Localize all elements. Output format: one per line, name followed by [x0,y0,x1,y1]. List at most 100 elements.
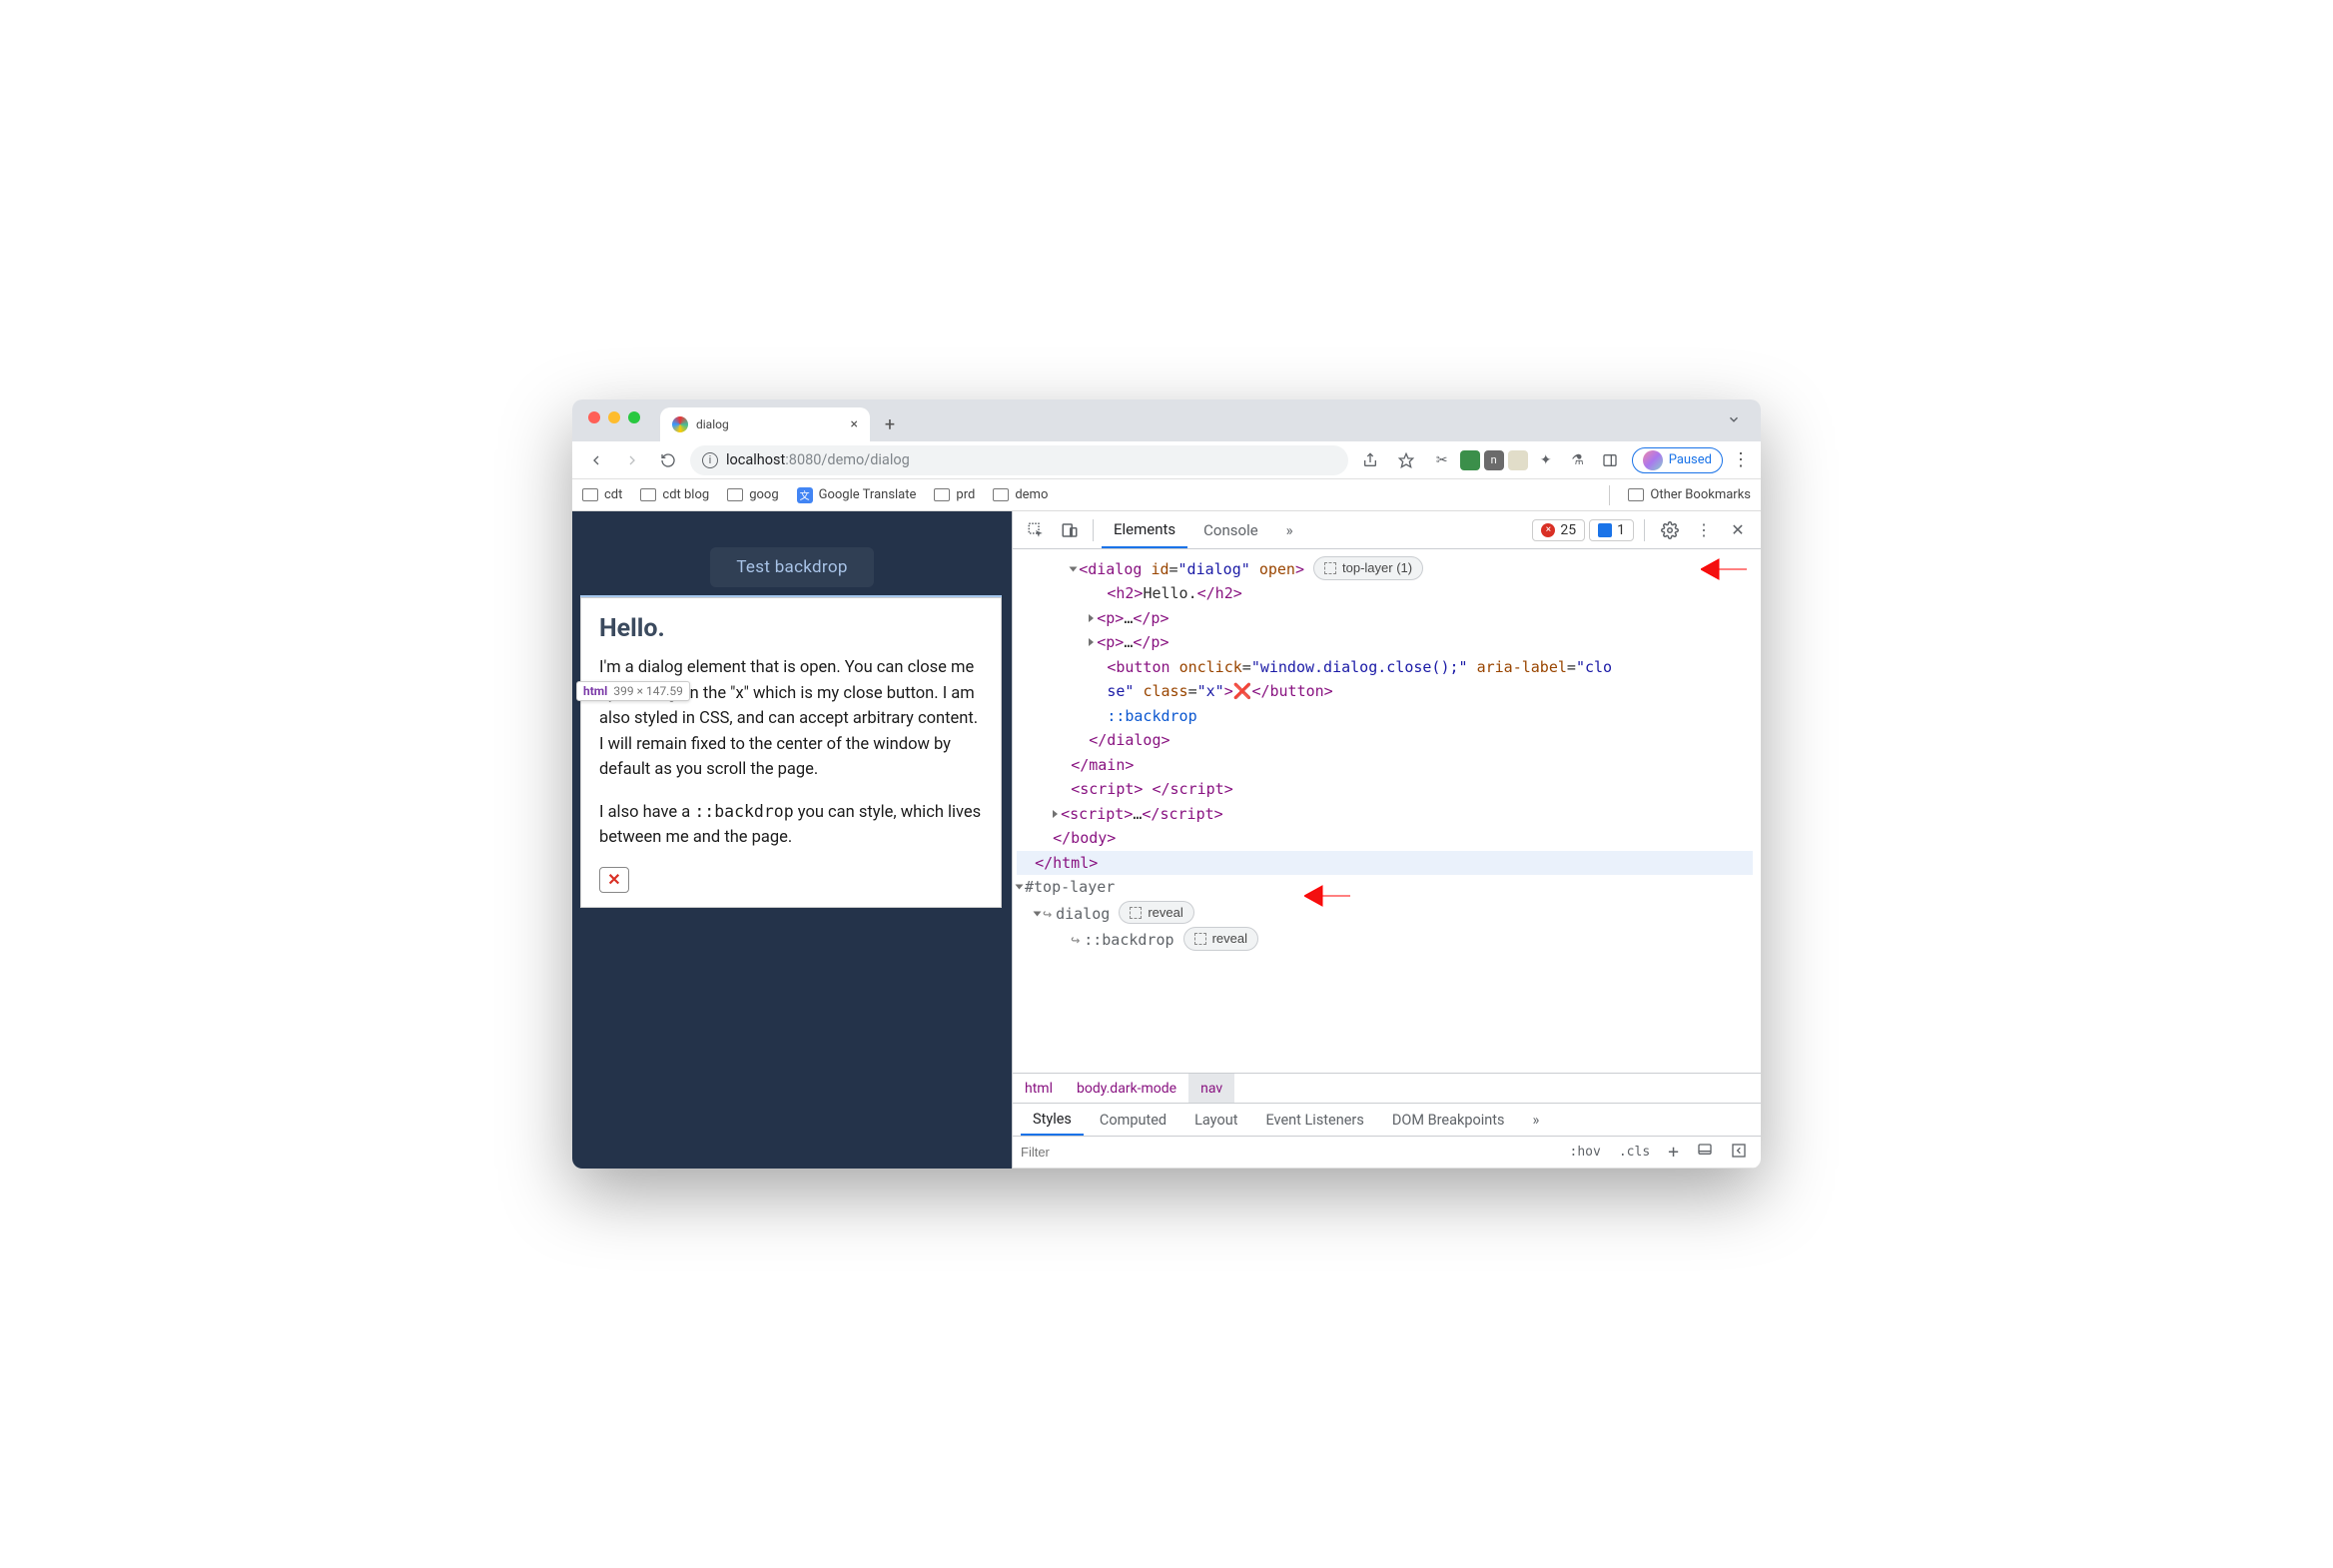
message-icon [1598,523,1612,537]
inspector-tooltip: html 399 × 147.59 [576,681,690,701]
crumb-item[interactable]: nav [1188,1074,1234,1103]
crumb-item[interactable]: body.dark-mode [1065,1074,1188,1103]
subtab-more[interactable]: » [1521,1104,1552,1136]
bookmark-item[interactable]: demo [993,487,1048,502]
maximize-window-icon[interactable] [628,411,640,423]
url-host: localhost:8080/demo/dialog [726,451,910,468]
separator [1609,485,1610,505]
bookmark-item[interactable]: 文Google Translate [797,487,917,503]
inspect-element-icon[interactable] [1021,515,1051,545]
hov-toggle[interactable]: :hov [1564,1145,1607,1160]
url-bar: i localhost:8080/demo/dialog ✂︎ n ✦ ⚗ Pa… [572,441,1761,479]
other-bookmarks[interactable]: Other Bookmarks [1628,487,1751,502]
subtab-computed[interactable]: Computed [1088,1104,1178,1136]
page-viewport: Test backdrop Hello. I'm a dialog elemen… [572,511,1012,1169]
toggle-sidebar-icon[interactable] [1725,1143,1753,1163]
test-backdrop-button[interactable]: Test backdrop [710,547,873,587]
cls-toggle[interactable]: .cls [1613,1145,1656,1160]
new-tab-button[interactable]: + [876,410,904,438]
separator [1093,519,1094,541]
error-icon: × [1541,523,1555,537]
reload-button[interactable] [654,446,682,474]
folder-icon [1628,488,1644,501]
folder-icon [934,488,950,501]
share-icon[interactable] [1356,446,1384,474]
message-count-badge[interactable]: 1 [1589,519,1634,541]
styles-filter-row: :hov .cls + [1013,1137,1761,1169]
bookmark-item[interactable]: cdt blog [640,487,709,502]
subtab-styles[interactable]: Styles [1021,1104,1084,1136]
avatar-icon [1643,450,1663,470]
reveal-badge[interactable]: reveal [1183,927,1258,951]
traffic-lights [588,411,640,429]
site-info-icon[interactable]: i [702,452,718,468]
tab-console[interactable]: Console [1191,511,1270,548]
settings-gear-icon[interactable] [1655,515,1685,545]
extensions-puzzle-icon[interactable]: ✦ [1532,446,1560,474]
separator [1644,519,1645,541]
reveal-icon [1130,907,1142,919]
scissors-icon[interactable]: ✂︎ [1428,446,1456,474]
tooltip-dimensions: 399 × 147.59 [613,684,682,698]
subtab-event-listeners[interactable]: Event Listeners [1253,1104,1375,1136]
folder-icon [582,488,598,501]
back-button[interactable] [582,446,610,474]
profile-paused-pill[interactable]: Paused [1632,447,1723,473]
error-count-badge[interactable]: ×25 [1532,519,1585,541]
dialog-paragraph: I'm a dialog element that is open. You c… [599,655,983,783]
extension-icon[interactable]: n [1484,450,1504,470]
bookmark-item[interactable]: prd [934,487,975,502]
elements-breadcrumb: html body.dark-mode nav [1013,1073,1761,1103]
bookmark-star-icon[interactable] [1392,446,1420,474]
devtools-panel: Elements Console » ×25 1 ⋮ ✕ <dialog id=… [1012,511,1761,1169]
address-bar[interactable]: i localhost:8080/demo/dialog [690,445,1348,475]
elements-tree[interactable]: <dialog id="dialog" open> top-layer (1) … [1013,549,1761,1073]
device-toolbar-icon[interactable] [1055,515,1085,545]
bookmark-item[interactable]: goog [727,487,778,502]
favicon-icon [672,416,688,432]
paused-label: Paused [1669,452,1712,467]
extension-icon[interactable] [1508,450,1528,470]
folder-icon [993,488,1009,501]
dialog-paragraph: I also have a ::backdrop you can style, … [599,799,983,851]
tabs-dropdown-icon[interactable] [1719,403,1749,438]
folder-icon [727,488,743,501]
extension-icon[interactable] [1460,450,1480,470]
browser-tab[interactable]: dialog × [660,407,870,441]
minimize-window-icon[interactable] [608,411,620,423]
forward-button[interactable] [618,446,646,474]
tab-more[interactable]: » [1274,511,1305,548]
bookmarks-bar: cdt cdt blog goog 文Google Translate prd … [572,479,1761,511]
subtab-dom-breakpoints[interactable]: DOM Breakpoints [1380,1104,1517,1136]
bookmark-item[interactable]: cdt [582,487,622,502]
devtools-menu-icon[interactable]: ⋮ [1689,515,1719,545]
styles-subtabs: Styles Computed Layout Event Listeners D… [1013,1103,1761,1137]
annotation-arrow-icon [1701,552,1747,593]
browser-window: dialog × + i localhost:8080/demo/dialog … [572,399,1761,1169]
reveal-icon [1194,933,1206,945]
chrome-menu-icon[interactable]: ⋮ [1731,449,1751,470]
tooltip-tag: html [583,684,607,698]
reveal-icon [1324,562,1336,574]
device-mode-icon[interactable] [1691,1143,1719,1163]
tab-elements[interactable]: Elements [1102,511,1187,548]
dialog-close-button[interactable]: ✕ [599,867,629,893]
annotation-arrow-icon [1304,879,1350,920]
labs-flask-icon[interactable]: ⚗ [1564,446,1592,474]
titlebar: dialog × + [572,399,1761,441]
dialog-element: Hello. I'm a dialog element that is open… [580,597,1002,908]
tab-close-icon[interactable]: × [851,416,858,432]
reveal-badge[interactable]: reveal [1119,901,1193,925]
extensions-row: ✂︎ n ✦ ⚗ [1428,446,1624,474]
crumb-item[interactable]: html [1013,1074,1065,1103]
close-window-icon[interactable] [588,411,600,423]
side-panel-icon[interactable] [1596,446,1624,474]
tab-title: dialog [696,417,729,431]
new-style-rule-button[interactable]: + [1662,1142,1685,1163]
top-layer-badge[interactable]: top-layer (1) [1313,556,1423,580]
styles-filter-input[interactable] [1021,1145,1558,1160]
close-devtools-icon[interactable]: ✕ [1723,515,1753,545]
subtab-layout[interactable]: Layout [1182,1104,1249,1136]
devtools-tabs: Elements Console » ×25 1 ⋮ ✕ [1013,511,1761,549]
main-split: Test backdrop Hello. I'm a dialog elemen… [572,511,1761,1169]
